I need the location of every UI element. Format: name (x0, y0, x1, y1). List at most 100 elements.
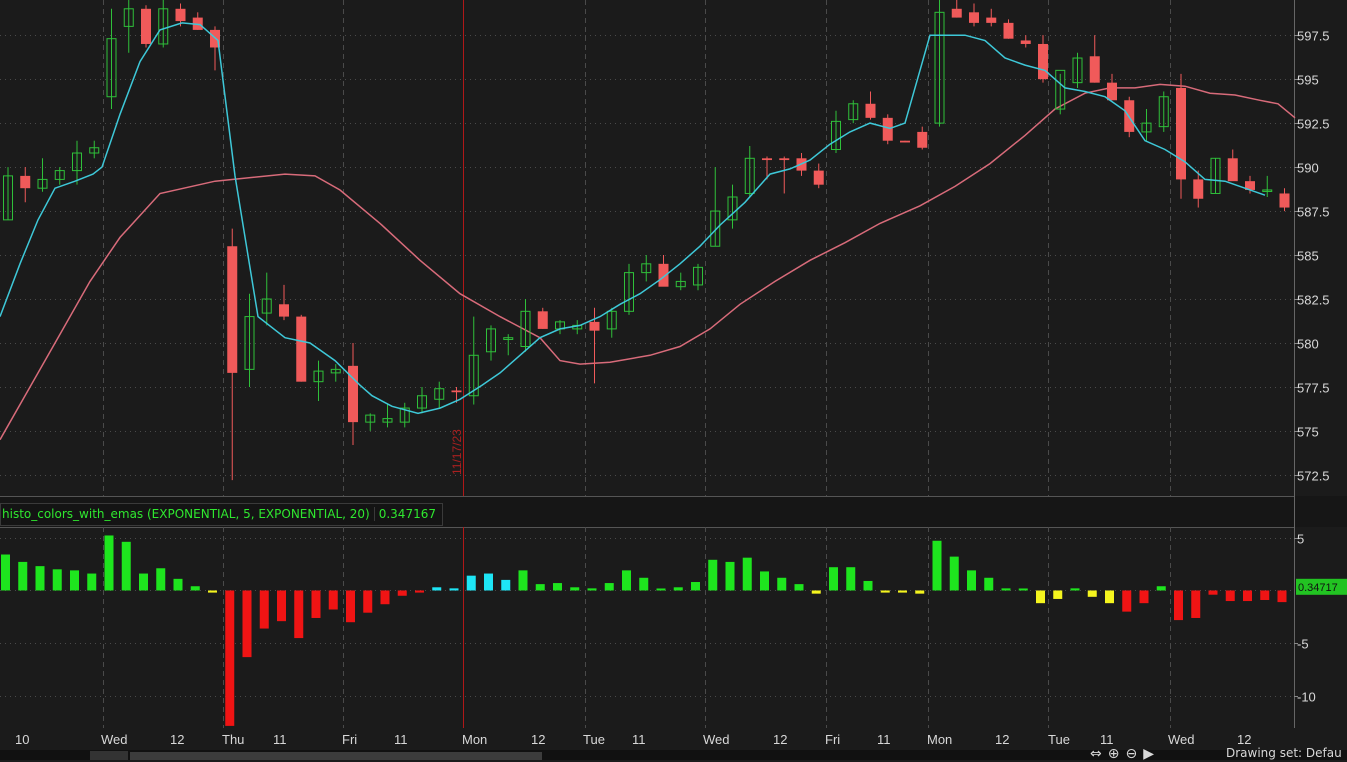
study-label[interactable]: histo_colors_with_emas (EXPONENTIAL, 5, … (0, 503, 443, 526)
histogram-bar (708, 559, 718, 591)
price-chart[interactable]: 597.5 595 592.5 590 587.5 585 582.5 580 577.5 575… (0, 0, 1347, 760)
study-name: histo_colors_with_emas (EXPONENTIAL, 5, … (1, 507, 375, 521)
candle-body (762, 158, 772, 161)
histogram-bar (259, 590, 269, 629)
histogram-bar (1053, 590, 1063, 599)
status-bar: ⇔⊕⊖▶ Drawing set: Defau (0, 746, 1347, 762)
histogram-bar (415, 590, 424, 593)
histogram-bar (104, 535, 114, 591)
histogram-bar (898, 590, 907, 593)
histogram-bar (242, 590, 252, 658)
time-axis-label: 12 (1237, 732, 1251, 747)
histo-tick-label: 5 (1297, 532, 1304, 547)
histogram-bar (1260, 590, 1270, 600)
candle-body (1176, 87, 1186, 180)
candle-body (865, 103, 876, 118)
candle-body (589, 321, 600, 331)
histogram-bar (880, 590, 890, 593)
histogram-bar (1208, 590, 1218, 595)
status-tab[interactable] (90, 751, 128, 760)
time-axis-label: 12 (531, 732, 545, 747)
histogram-bar (639, 577, 649, 591)
histogram-bar (725, 561, 735, 591)
histogram-bar (87, 573, 97, 591)
histogram-bar (1, 554, 10, 591)
price-tick-label: 582.5 (1297, 293, 1330, 308)
histogram-bar (1156, 586, 1166, 591)
histogram-bar (70, 570, 79, 591)
histogram-bar (949, 556, 959, 591)
time-axis-label: Fri (342, 732, 357, 747)
candle-body (1107, 82, 1117, 101)
time-axis-label: 12 (773, 732, 787, 747)
histogram-bar (432, 587, 442, 591)
time-axis-label: Wed (703, 732, 730, 747)
histogram-bar (1139, 590, 1149, 604)
histo-tick-label: -5 (1297, 637, 1309, 652)
histogram-bar (984, 577, 994, 591)
candle-body (451, 390, 462, 393)
histogram-bar (1018, 588, 1028, 591)
histogram-bar (380, 590, 390, 605)
candle-body (296, 316, 307, 382)
candle-body (1279, 193, 1290, 208)
histogram-bar (1070, 588, 1080, 591)
histogram-bar (604, 583, 614, 591)
chart-background (0, 0, 1347, 760)
horizontal-scrollbar[interactable] (130, 752, 542, 760)
histogram-bar (173, 578, 183, 591)
price-tick-label: 585 (1297, 249, 1319, 264)
histogram-bar (501, 579, 511, 591)
histogram-bar (466, 575, 476, 591)
candle-body (882, 117, 893, 141)
time-axis-label: Fri (825, 732, 840, 747)
histogram-bar (1001, 588, 1011, 591)
histogram-bar (673, 587, 683, 591)
histogram-bar (449, 588, 459, 591)
drawing-set-label[interactable]: Drawing set: Defau (1226, 746, 1342, 760)
price-tick-label: 572.5 (1297, 469, 1330, 484)
time-axis-label: 11 (1100, 732, 1114, 747)
histogram-bar (484, 573, 493, 591)
histogram-bar (829, 567, 838, 591)
candle-body (900, 140, 910, 143)
histogram-bar (570, 587, 580, 591)
histogram-bar (967, 570, 976, 591)
time-axis-label: Tue (1048, 732, 1070, 747)
time-axis-label: Thu (222, 732, 244, 747)
histogram-bar (1277, 590, 1287, 603)
time-axis-label: 11 (273, 732, 287, 747)
price-tick-label: 577.5 (1297, 381, 1330, 396)
histogram-bar (915, 590, 925, 594)
time-axis-label: 12 (170, 732, 184, 747)
histogram-bar (1122, 590, 1132, 612)
histogram-bar (363, 590, 373, 613)
candle-body (779, 158, 790, 161)
candle-body (537, 311, 548, 329)
histogram-bar (311, 590, 321, 618)
study-value: 0.347167 (378, 507, 436, 521)
histogram-bar (622, 570, 631, 591)
histogram-bar (691, 582, 700, 591)
histogram-bar (811, 590, 821, 594)
candle-body (141, 8, 151, 44)
time-axis-label: 12 (995, 732, 1009, 747)
date-marker-label: 11/17/23 (450, 429, 464, 475)
candle-body (1020, 40, 1031, 44)
candle-body (20, 175, 31, 189)
candle-body (227, 246, 238, 373)
histogram-bar (777, 577, 787, 591)
price-tick-label: 590 (1297, 161, 1319, 176)
histogram-bar (794, 584, 804, 591)
candle-body (917, 131, 928, 148)
candle-body (1193, 179, 1204, 199)
candle-body (1089, 56, 1100, 83)
candle-body (986, 17, 997, 23)
histogram-bar (863, 580, 873, 591)
price-tick-label: 592.5 (1297, 117, 1330, 132)
time-axis-label: Wed (101, 732, 128, 747)
candle-body (969, 12, 979, 23)
histogram-bar (846, 567, 856, 591)
time-axis-label: 10 (15, 732, 29, 747)
time-axis-label: Mon (927, 732, 952, 747)
